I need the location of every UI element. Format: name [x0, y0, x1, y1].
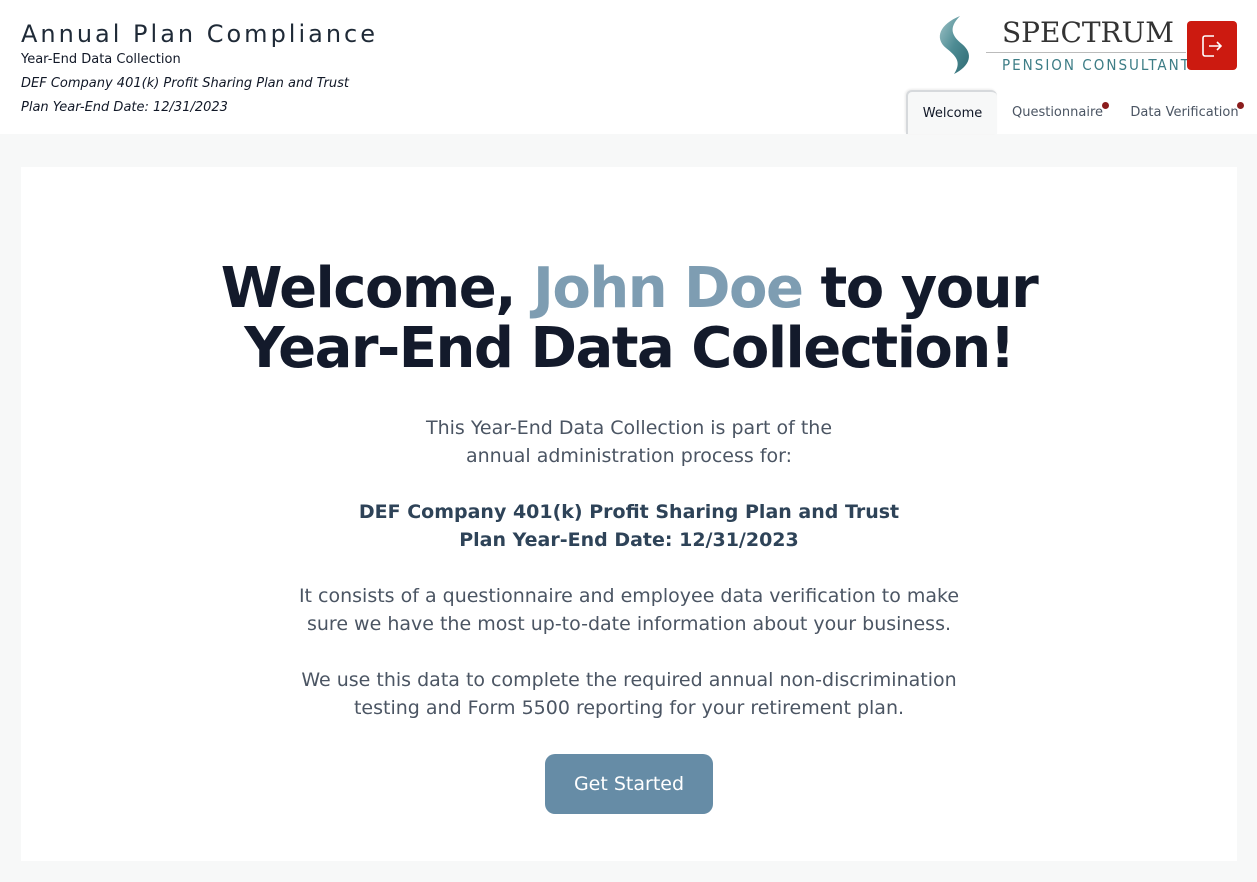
consists-line2: sure we have the most up-to-date informa…: [306, 613, 952, 635]
logout-button[interactable]: [1187, 21, 1237, 70]
tab-welcome-label: Welcome: [922, 105, 983, 121]
plan-name: DEF Company 401(k) Profit Sharing Plan a…: [358, 501, 900, 523]
app-title: Annual Plan Compliance: [21, 20, 379, 48]
spectrum-logo-mark-icon: [939, 16, 969, 74]
user-name: John Doe: [533, 256, 804, 321]
company-logo: SPECTRUM PENSION CONSULTANTS: [930, 14, 1200, 78]
header-plan-date: Plan Year-End Date: 12/31/2023: [21, 100, 228, 115]
usage-text: We use this data to complete the require…: [21, 666, 1237, 722]
data-verification-alert-dot: [1237, 102, 1244, 109]
logo-divider: [986, 52, 1186, 53]
headline-prefix: Welcome,: [220, 256, 534, 321]
logo-subtitle: PENSION CONSULTANTS: [1002, 56, 1202, 74]
intro-line1: This Year-End Data Collection is part of…: [425, 417, 833, 439]
headline-suffix: to your: [802, 256, 1038, 321]
app-subtitle: Year-End Data Collection: [21, 52, 181, 67]
app-header: Annual Plan Compliance Year-End Data Col…: [0, 0, 1257, 134]
intro-text: This Year-End Data Collection is part of…: [21, 414, 1237, 470]
tab-welcome[interactable]: Welcome: [906, 90, 997, 134]
consists-line1: It consists of a questionnaire and emplo…: [298, 585, 960, 607]
consists-text: It consists of a questionnaire and emplo…: [21, 582, 1237, 638]
welcome-card: Welcome, John Doe to your Year-End Data …: [21, 167, 1237, 861]
questionnaire-alert-dot: [1102, 102, 1109, 109]
tab-data-verification-label: Data Verification: [1130, 104, 1239, 120]
logo-wordmark: SPECTRUM: [1002, 16, 1174, 49]
usage-line1: We use this data to complete the require…: [301, 669, 957, 691]
usage-line2: testing and Form 5500 reporting for your…: [353, 697, 905, 719]
header-plan-name: DEF Company 401(k) Profit Sharing Plan a…: [21, 76, 349, 91]
tab-questionnaire-label: Questionnaire: [1011, 104, 1104, 120]
plan-date: Plan Year-End Date: 12/31/2023: [459, 529, 799, 551]
get-started-button[interactable]: Get Started: [545, 754, 713, 814]
headline-line2: Year-End Data Collection!: [244, 316, 1015, 381]
plan-details: DEF Company 401(k) Profit Sharing Plan a…: [21, 498, 1237, 554]
tab-questionnaire[interactable]: Questionnaire: [1006, 90, 1109, 134]
tab-data-verification[interactable]: Data Verification: [1126, 90, 1243, 134]
welcome-headline: Welcome, John Doe to your Year-End Data …: [21, 259, 1237, 379]
logout-icon: [1202, 34, 1222, 57]
intro-line2: annual administration process for:: [465, 445, 793, 467]
